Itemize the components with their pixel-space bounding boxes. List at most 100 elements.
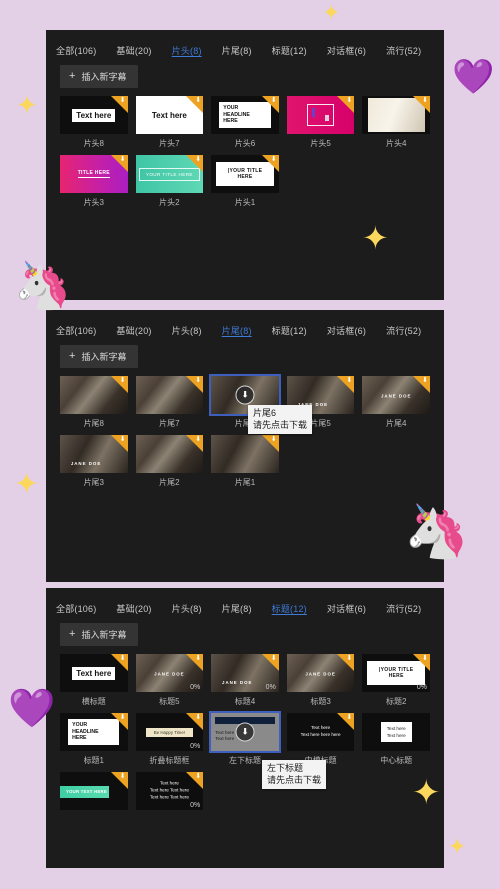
template-card[interactable]: Text here Text here ⬇ 左下标题 bbox=[209, 711, 281, 766]
thumbnail[interactable]: JANE DOE ⬇ bbox=[362, 376, 430, 414]
tab-0[interactable]: 全部(106) bbox=[56, 42, 96, 59]
template-card[interactable]: JANE DOE ⬇ 片尾3 bbox=[60, 435, 128, 488]
template-card[interactable]: Text here ⬇ 横标题 bbox=[60, 654, 128, 707]
thumbnail[interactable]: Text here ⬇ bbox=[60, 654, 128, 692]
tab-4[interactable]: 标题(12) bbox=[272, 322, 307, 339]
insert-subtitle-button[interactable]: + 插入新字幕 bbox=[60, 65, 139, 88]
thumbnail[interactable]: ⬇ bbox=[60, 376, 128, 414]
thumbnail[interactable]: Text here Text here ⬇ bbox=[209, 711, 281, 753]
tab-4[interactable]: 标题(12) bbox=[272, 42, 307, 59]
tab-5[interactable]: 对话框(6) bbox=[327, 42, 366, 59]
download-icon[interactable]: ⬇ bbox=[271, 156, 277, 163]
tab-2[interactable]: 片头(8) bbox=[172, 600, 202, 617]
tab-2[interactable]: 片头(8) bbox=[172, 42, 202, 59]
thumbnail[interactable]: JANE DOE ⬇ bbox=[60, 435, 128, 473]
download-icon[interactable]: ⬇ bbox=[347, 97, 353, 104]
download-icon[interactable]: ⬇ bbox=[120, 655, 126, 662]
thumbnail[interactable]: ⬇ bbox=[362, 96, 430, 134]
template-card[interactable]: ⬇ 片头4 bbox=[362, 96, 430, 149]
template-card[interactable]: YOUR TEXT HERE ⬇ bbox=[60, 772, 128, 814]
download-icon[interactable]: ⬇ bbox=[195, 714, 201, 721]
thumbnail[interactable]: YOUR TITLE HERE ⬇ bbox=[135, 155, 204, 193]
template-card[interactable]: ⬇ 片尾2 bbox=[135, 435, 204, 488]
tab-3[interactable]: 片尾(8) bbox=[222, 322, 252, 339]
tab-4[interactable]: 标题(12) bbox=[272, 600, 307, 617]
template-card[interactable]: Text here ⬇ 片头7 bbox=[135, 96, 204, 149]
download-icon[interactable]: ⬇ bbox=[195, 655, 201, 662]
template-card[interactable]: Text hereText here here here⬇中模标题 bbox=[286, 713, 355, 766]
download-icon[interactable]: ⬇ bbox=[120, 714, 126, 721]
template-card[interactable]: YOUR HEADLINE HERE ⬇ 标题1 bbox=[60, 713, 128, 766]
thumbnail[interactable]: |YOUR TITLE HERE ⬇ 0% bbox=[362, 654, 430, 692]
template-card[interactable]: ⬇ 片尾1 bbox=[211, 435, 279, 488]
thumbnail[interactable]: Text here Text here here here ⬇ bbox=[286, 713, 355, 751]
thumbnail[interactable]: TITLE HERE ⬇ bbox=[60, 155, 128, 193]
download-icon[interactable]: ⬇ bbox=[271, 655, 277, 662]
template-card[interactable]: JANE DOE ⬇ 0% 标题5 bbox=[135, 654, 204, 707]
tab-6[interactable]: 流行(52) bbox=[386, 42, 421, 59]
tab-5[interactable]: 对话框(6) bbox=[327, 600, 366, 617]
thumbnail[interactable]: JANE DOE ⬇ 0% bbox=[135, 654, 204, 692]
thumbnail[interactable]: ⬇ bbox=[211, 435, 279, 473]
template-card[interactable]: Text here Text here Text here Text here Te… bbox=[135, 772, 204, 814]
download-icon[interactable]: ⬇ bbox=[120, 436, 126, 443]
template-card[interactable]: ⬇ 片头5 bbox=[286, 96, 355, 149]
download-icon[interactable]: ⬇ bbox=[195, 156, 201, 163]
thumbnail[interactable]: ⬇ bbox=[135, 435, 204, 473]
thumbnail[interactable]: JANE DOE ⬇ 0% bbox=[211, 654, 279, 692]
download-icon[interactable]: ⬇ bbox=[195, 436, 201, 443]
template-card[interactable]: Be Happy Time! ⬇ 0% 折叠标题框 bbox=[135, 713, 204, 766]
tab-6[interactable]: 流行(52) bbox=[386, 600, 421, 617]
download-icon[interactable]: ⬇ bbox=[422, 377, 428, 384]
template-card[interactable]: YOUR HEADLINE HERE ⬇ 片头6 bbox=[211, 96, 279, 149]
tab-1[interactable]: 基础(20) bbox=[116, 322, 151, 339]
download-icon[interactable]: ⬇ bbox=[271, 97, 277, 104]
template-card[interactable]: JANE DOE ⬇ 0% 标题4 bbox=[211, 654, 279, 707]
thumbnail[interactable]: YOUR HEADLINE HERE ⬇ bbox=[211, 96, 279, 134]
template-card[interactable]: ⬇ 片尾7 bbox=[135, 376, 204, 429]
thumbnail[interactable]: JANE DOE ⬇ bbox=[286, 654, 355, 692]
thumbnail[interactable]: Text here Text here bbox=[362, 713, 430, 751]
download-icon[interactable]: ⬇ bbox=[120, 377, 126, 384]
tab-3[interactable]: 片尾(8) bbox=[222, 600, 252, 617]
template-card[interactable]: TITLE HERE ⬇ 片头3 bbox=[60, 155, 128, 208]
download-icon[interactable]: ⬇ bbox=[347, 377, 353, 384]
template-card[interactable]: YOUR TITLE HERE ⬇ 片头2 bbox=[135, 155, 204, 208]
tab-5[interactable]: 对话框(6) bbox=[327, 322, 366, 339]
download-icon[interactable]: ⬇ bbox=[195, 377, 201, 384]
thumbnail[interactable]: Text here ⬇ bbox=[135, 96, 204, 134]
download-icon[interactable]: ⬇ bbox=[120, 773, 126, 780]
tab-2[interactable]: 片头(8) bbox=[172, 322, 202, 339]
thumbnail[interactable]: Text here Text here Text here Text here Te… bbox=[135, 772, 204, 810]
template-card[interactable]: JANE DOE ⬇ 片尾4 bbox=[362, 376, 430, 429]
download-icon[interactable]: ⬇ bbox=[195, 773, 201, 780]
insert-subtitle-button[interactable]: + 插入新字幕 bbox=[60, 623, 139, 646]
download-icon[interactable]: ⬇ bbox=[422, 97, 428, 104]
download-icon[interactable]: ⬇ bbox=[120, 97, 126, 104]
thumbnail[interactable]: ⬇ bbox=[135, 376, 204, 414]
thumbnail[interactable]: |YOUR TITLE HERE ⬇ bbox=[211, 155, 279, 193]
thumbnail[interactable]: Text here ⬇ bbox=[60, 96, 128, 134]
tab-0[interactable]: 全部(106) bbox=[56, 600, 96, 617]
tab-6[interactable]: 流行(52) bbox=[386, 322, 421, 339]
template-card[interactable]: Text here ⬇ 片头8 bbox=[60, 96, 128, 149]
download-icon[interactable]: ⬇ bbox=[120, 156, 126, 163]
thumbnail[interactable]: YOUR TEXT HERE ⬇ bbox=[60, 772, 128, 810]
thumbnail[interactable]: YOUR HEADLINE HERE ⬇ bbox=[60, 713, 128, 751]
tab-3[interactable]: 片尾(8) bbox=[222, 42, 252, 59]
thumbnail[interactable]: ⬇ bbox=[286, 96, 355, 134]
template-card[interactable]: |YOUR TITLE HERE ⬇ 0% 标题2 bbox=[362, 654, 430, 707]
thumbnail[interactable]: Be Happy Time! ⬇ 0% bbox=[135, 713, 204, 751]
download-button[interactable]: ⬇ bbox=[235, 722, 255, 742]
template-card[interactable]: |YOUR TITLE HERE ⬇ 片头1 bbox=[211, 155, 279, 208]
template-card[interactable]: JANE DOE ⬇ 标题3 bbox=[286, 654, 355, 707]
download-button[interactable]: ⬇ bbox=[235, 385, 255, 405]
download-icon[interactable]: ⬇ bbox=[195, 97, 201, 104]
tab-1[interactable]: 基础(20) bbox=[116, 42, 151, 59]
download-icon[interactable]: ⬇ bbox=[422, 655, 428, 662]
tab-0[interactable]: 全部(106) bbox=[56, 322, 96, 339]
download-icon[interactable]: ⬇ bbox=[347, 655, 353, 662]
template-card[interactable]: ⬇ 片尾8 bbox=[60, 376, 128, 429]
insert-subtitle-button[interactable]: + 插入新字幕 bbox=[60, 345, 139, 368]
download-icon[interactable]: ⬇ bbox=[271, 436, 277, 443]
